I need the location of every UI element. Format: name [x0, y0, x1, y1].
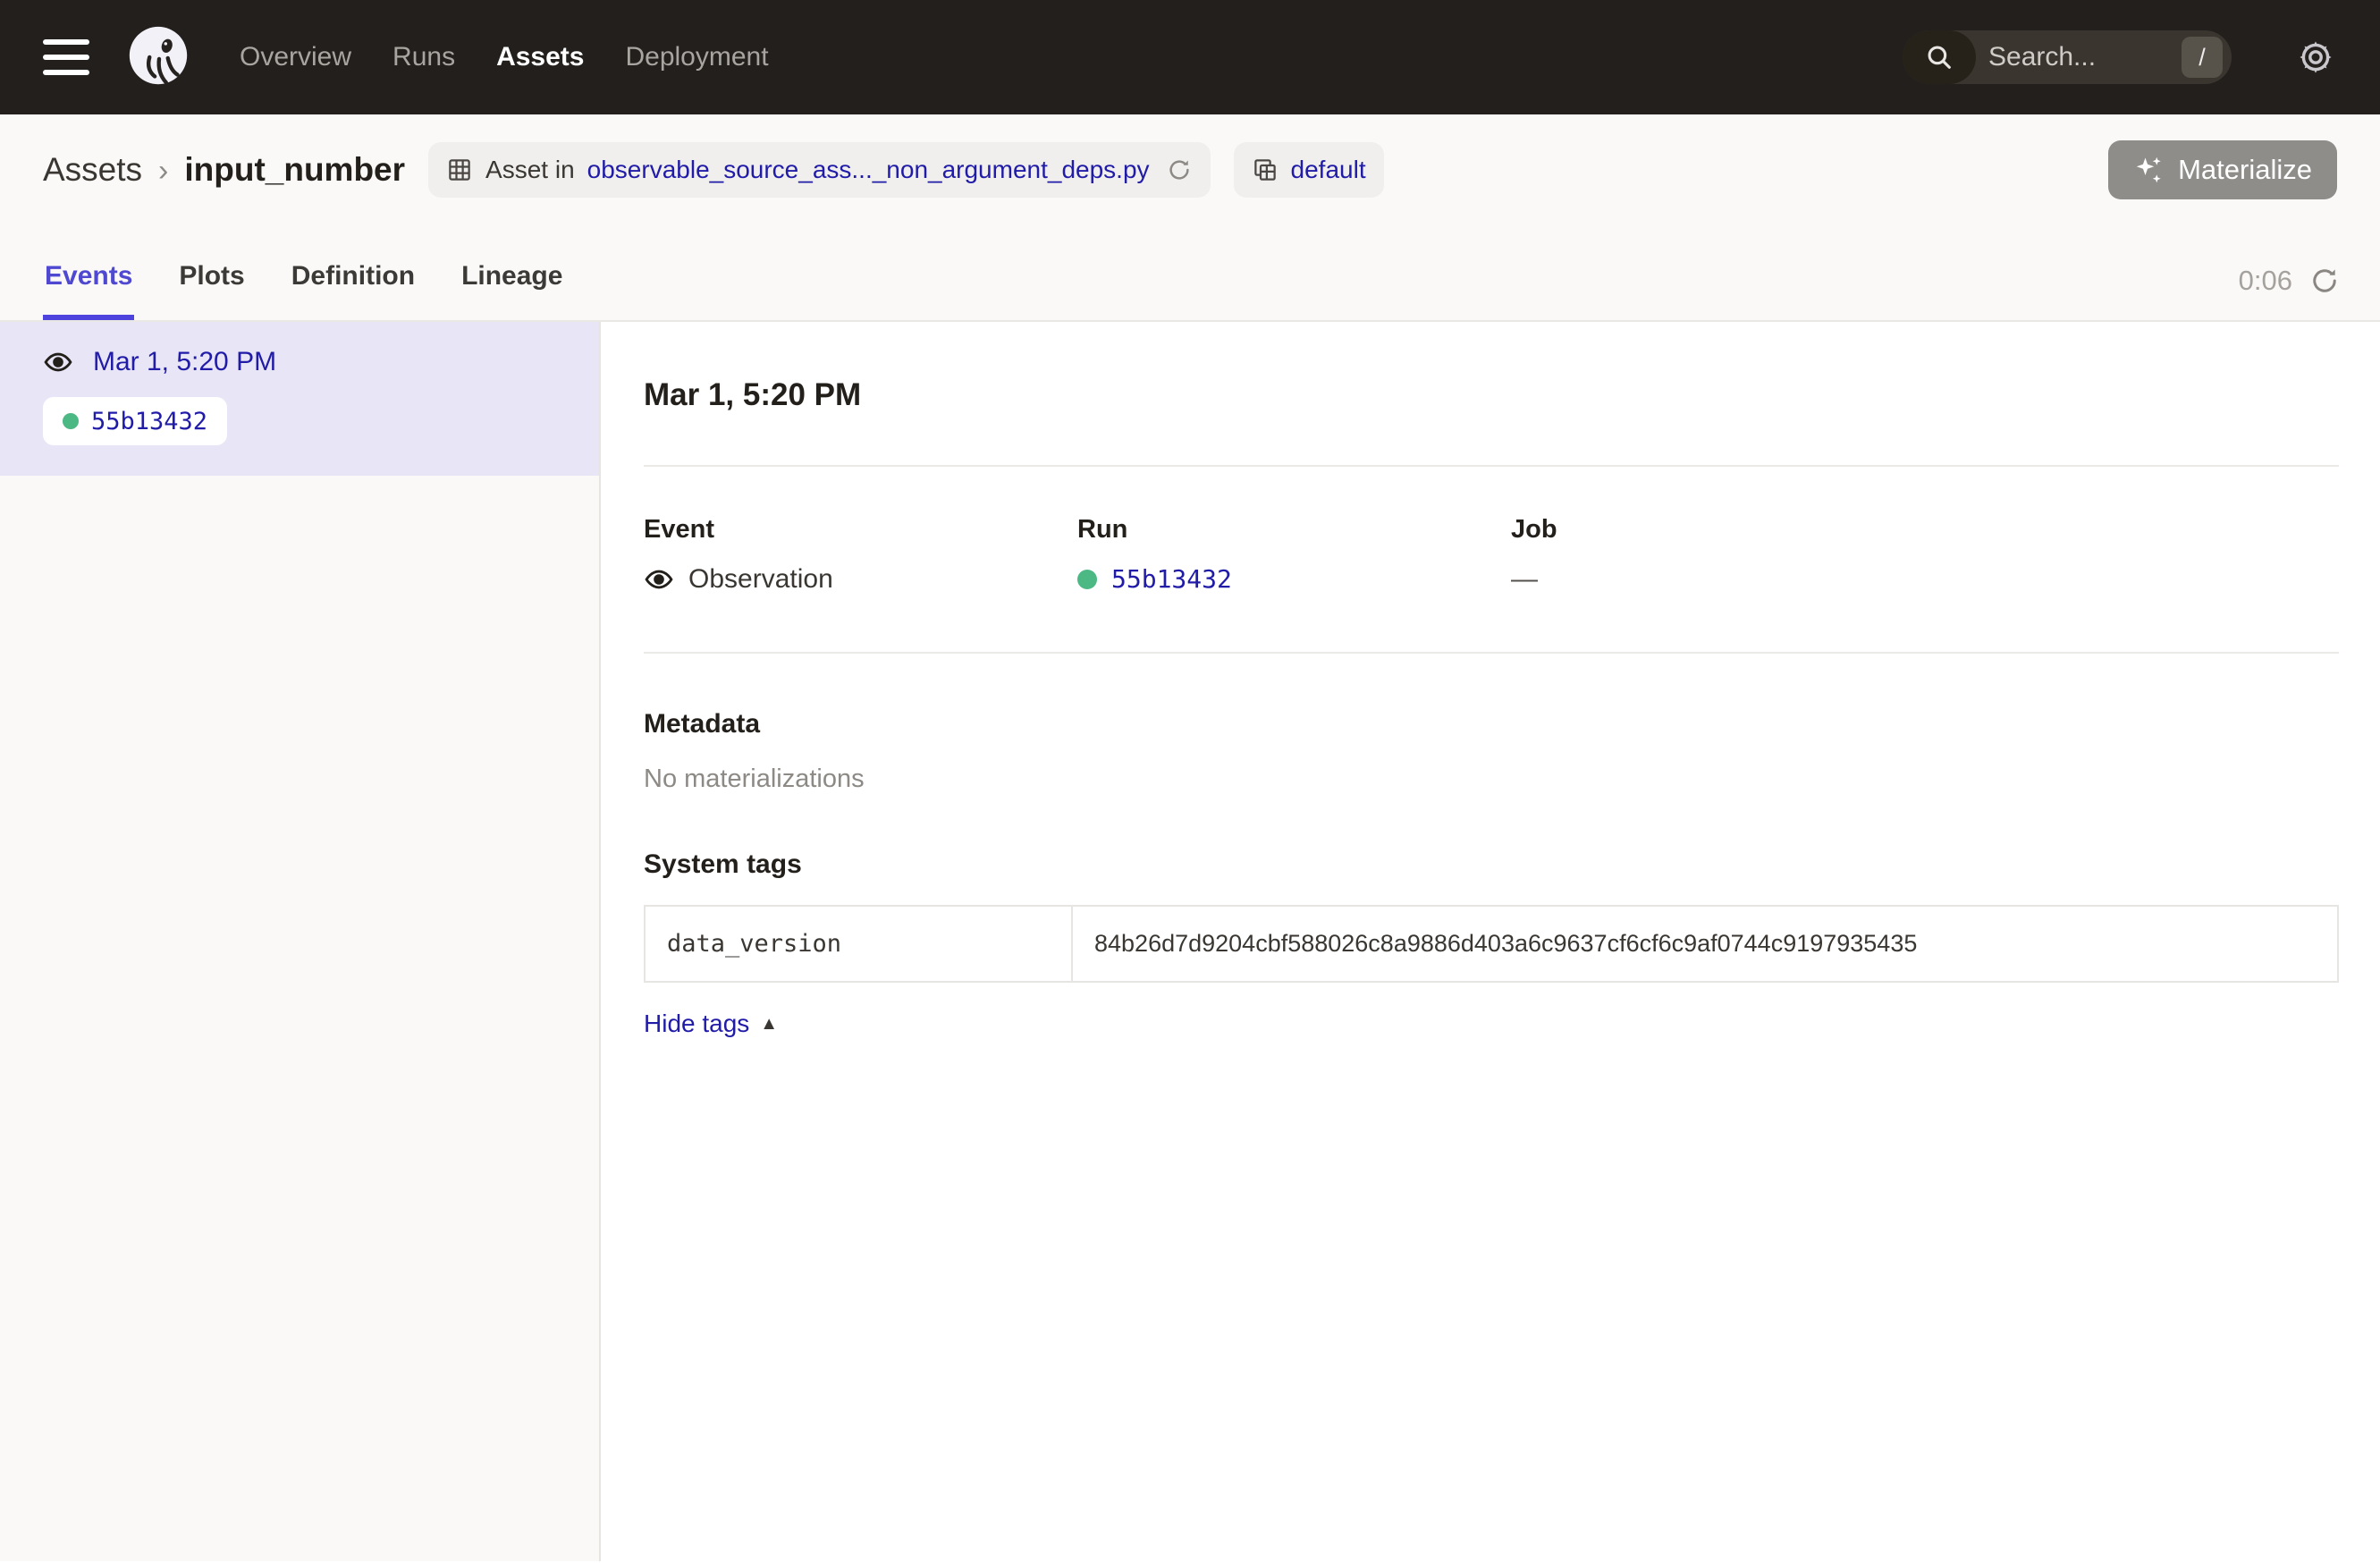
sparkle-icon	[2133, 154, 2165, 186]
tag-value-cell: 84b26d7d9204cbf588026c8a9886d403a6c9637c…	[1072, 906, 2338, 982]
repository-badge: default	[1234, 142, 1384, 198]
breadcrumb-assets-link[interactable]: Assets	[43, 151, 142, 189]
grid-icon	[446, 156, 473, 183]
tab-events[interactable]: Events	[43, 234, 134, 320]
job-empty-value: —	[1511, 564, 1538, 595]
top-nav: Overview Runs Assets Deployment /	[0, 0, 2380, 114]
search-input[interactable]	[1976, 42, 2182, 72]
run-success-dot	[1077, 570, 1097, 589]
refresh-countdown: 0:06	[2239, 265, 2292, 297]
breadcrumb-separator: ›	[158, 154, 168, 189]
system-tags-heading: System tags	[644, 849, 2339, 880]
event-detail-panel: Mar 1, 5:20 PM Event Observation Run	[601, 322, 2380, 1561]
search-icon	[1903, 30, 1976, 84]
workspace-icon	[1252, 156, 1279, 183]
event-detail-title: Mar 1, 5:20 PM	[644, 377, 2339, 413]
divider	[644, 465, 2339, 467]
asset-definition-badge: Asset in observable_source_ass..._non_ar…	[428, 142, 1210, 198]
tag-key-cell: data_version	[645, 906, 1072, 982]
run-label: Run	[1077, 515, 1511, 545]
global-search[interactable]: /	[1903, 30, 2232, 84]
nav-link-deployment[interactable]: Deployment	[625, 42, 768, 72]
materialize-button[interactable]: Materialize	[2108, 140, 2337, 199]
metadata-heading: Metadata	[644, 709, 2339, 739]
dagster-logo-icon[interactable]	[123, 22, 193, 92]
tab-lineage[interactable]: Lineage	[460, 234, 564, 320]
hide-tags-label: Hide tags	[644, 1010, 749, 1038]
asset-tabs-bar: Events Plots Definition Lineage 0:06	[0, 225, 2380, 322]
tab-definition[interactable]: Definition	[290, 234, 417, 320]
event-list-item-selected[interactable]: Mar 1, 5:20 PM 55b13432	[0, 322, 599, 476]
observation-eye-icon	[43, 347, 73, 377]
event-timestamp-link[interactable]: Mar 1, 5:20 PM	[93, 347, 276, 377]
asset-header: Assets › input_number Asset in observabl…	[0, 114, 2380, 225]
job-label: Job	[1511, 515, 1945, 545]
events-content: Mar 1, 5:20 PM 55b13432 Mar 1, 5:20 PM E…	[0, 322, 2380, 1561]
asset-in-label: Asset in	[485, 156, 575, 184]
code-location-link[interactable]: observable_source_ass..._non_argument_de…	[587, 156, 1150, 184]
system-tags-table: data_version 84b26d7d9204cbf588026c8a988…	[644, 905, 2339, 983]
hide-tags-link[interactable]: Hide tags ▲	[644, 1010, 778, 1038]
event-list-sidebar: Mar 1, 5:20 PM 55b13432	[0, 322, 601, 1561]
breadcrumb: Assets › input_number	[43, 151, 405, 189]
refresh-icon[interactable]	[2308, 265, 2341, 297]
menu-icon[interactable]	[43, 39, 89, 75]
observation-eye-icon	[644, 564, 674, 595]
materialize-label: Materialize	[2178, 154, 2312, 186]
table-row: data_version 84b26d7d9204cbf588026c8a988…	[645, 906, 2338, 982]
primary-nav: Overview Runs Assets Deployment	[240, 42, 769, 72]
tab-plots[interactable]: Plots	[177, 234, 246, 320]
no-materializations-text: No materializations	[644, 765, 2339, 794]
run-id-link[interactable]: 55b13432	[91, 408, 207, 435]
asset-tabs: Events Plots Definition Lineage	[43, 225, 564, 320]
reload-definition-icon[interactable]	[1166, 156, 1193, 183]
run-id-chip[interactable]: 55b13432	[43, 397, 227, 445]
event-facts: Event Observation Run 55b13432	[644, 515, 2339, 595]
search-shortcut-key: /	[2182, 37, 2223, 78]
fact-event: Event Observation	[644, 515, 1077, 595]
event-type-value: Observation	[688, 564, 833, 595]
caret-up-icon: ▲	[760, 1014, 778, 1035]
fact-job: Job —	[1511, 515, 1945, 595]
event-label: Event	[644, 515, 1077, 545]
nav-link-overview[interactable]: Overview	[240, 42, 351, 72]
settings-gear-icon[interactable]	[2291, 32, 2341, 82]
nav-link-runs[interactable]: Runs	[392, 42, 455, 72]
run-id-link[interactable]: 55b13432	[1111, 564, 1232, 594]
page-title: input_number	[184, 151, 405, 189]
run-success-dot	[63, 413, 79, 429]
divider	[644, 652, 2339, 654]
fact-run: Run 55b13432	[1077, 515, 1511, 595]
nav-link-assets[interactable]: Assets	[496, 42, 584, 72]
repository-link[interactable]: default	[1291, 156, 1366, 184]
